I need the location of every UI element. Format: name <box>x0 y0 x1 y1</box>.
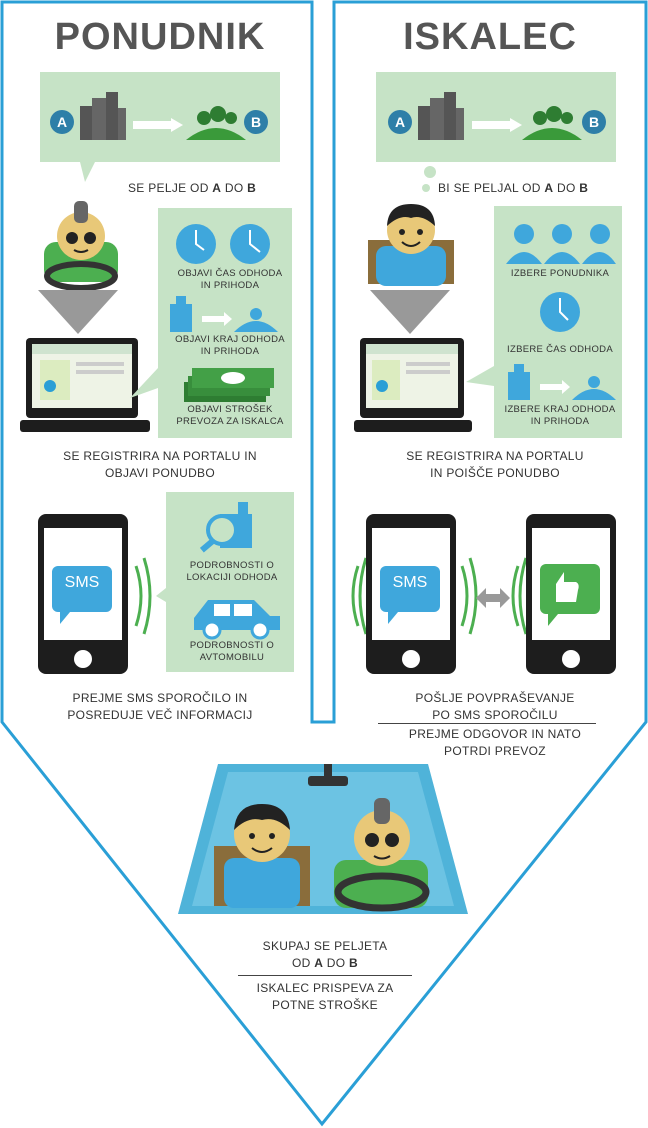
car-icon <box>194 600 280 640</box>
phone-icon <box>526 514 616 674</box>
offer-item-2-label: OBJAVI KRAJ ODHODA IN PRIHODA <box>175 334 285 357</box>
sms-label-left: PREJME SMS SPOROČILO IN POSREDUJE VEČ INF… <box>67 691 253 722</box>
location-search-icon <box>199 502 252 553</box>
funnel-arrow-left <box>38 290 118 334</box>
route-icon <box>170 296 278 332</box>
clock-icon <box>176 224 270 264</box>
search-item-1-label: IZBERE PONUDNIKA <box>510 268 610 279</box>
marker-b-right: B <box>582 110 606 134</box>
together-label: SKUPAJ SE PELJETA OD A DO B <box>262 939 388 970</box>
vibration-icon <box>460 557 478 635</box>
marker-a-left: A <box>50 110 74 134</box>
details-item-1-label: PODROBNOSTI O LOKACIJI ODHODA <box>186 560 278 583</box>
seeker-avatar <box>368 204 454 286</box>
windshield-scene <box>178 764 468 914</box>
search-item-3-label: IZBERE KRAJ ODHODA IN PRIHODA <box>504 404 616 427</box>
offer-item-1-label: OBJAVI ČAS ODHODA IN PRIHODA <box>177 268 283 291</box>
portal-label-right: SE REGISTRIRA NA PORTALU IN POIŠČE PONUDB… <box>406 449 584 480</box>
clock-icon <box>540 292 580 332</box>
contribution-label: ISKALEC PRISPEVA ZA POTNE STROŠKE <box>256 981 394 1012</box>
money-icon <box>184 368 274 402</box>
driver-avatar <box>44 201 118 291</box>
thumbs-up-icon <box>570 570 571 571</box>
sms-label-right: POŠLJE POVPRAŠEVANJE PO SMS SPOROČILU <box>415 691 575 722</box>
divider-bottom <box>238 975 412 976</box>
arrow-right-icon <box>472 118 522 132</box>
sms-bubble-label-right: SMS <box>392 574 428 591</box>
route-label-left: SE PELJE OD A DO B <box>128 181 257 195</box>
marker-a-right: A <box>388 110 412 134</box>
marker-b-left: B <box>244 110 268 134</box>
landscape-icon <box>186 106 246 140</box>
building-icon <box>418 92 464 140</box>
divider-right <box>378 723 596 724</box>
sms-reply-label-right: PREJME ODGOVOR IN NATO POTRDI PREVOZ <box>408 727 582 758</box>
route-icon <box>508 364 616 400</box>
offer-item-3-label: OBJAVI STROŠEK PREVOZA ZA ISKALCA <box>176 404 284 427</box>
landscape-icon <box>522 106 582 140</box>
people-icon <box>506 224 616 264</box>
building-icon <box>80 92 126 140</box>
phone-icon <box>38 514 128 674</box>
arrow-right-icon <box>133 118 183 132</box>
search-item-2-label: IZBERE ČAS ODHODA <box>507 344 613 355</box>
funnel-arrow-right <box>370 290 450 334</box>
details-item-2-label: PODROBNOSTI O AVTOMOBILU <box>189 640 275 663</box>
portal-label-left: SE REGISTRIRA NA PORTALU IN OBJAVI PONUDB… <box>63 449 257 480</box>
exchange-arrows-icon <box>476 588 510 608</box>
phone-icon <box>366 514 456 674</box>
sms-bubble-label-left: SMS <box>64 574 100 591</box>
laptop-icon <box>354 338 472 432</box>
provider-title: PONUDNIK <box>54 16 266 58</box>
seeker-title: ISKALEC <box>403 16 577 58</box>
route-label-right: BI SE PELJAL OD A DO B <box>438 181 589 195</box>
